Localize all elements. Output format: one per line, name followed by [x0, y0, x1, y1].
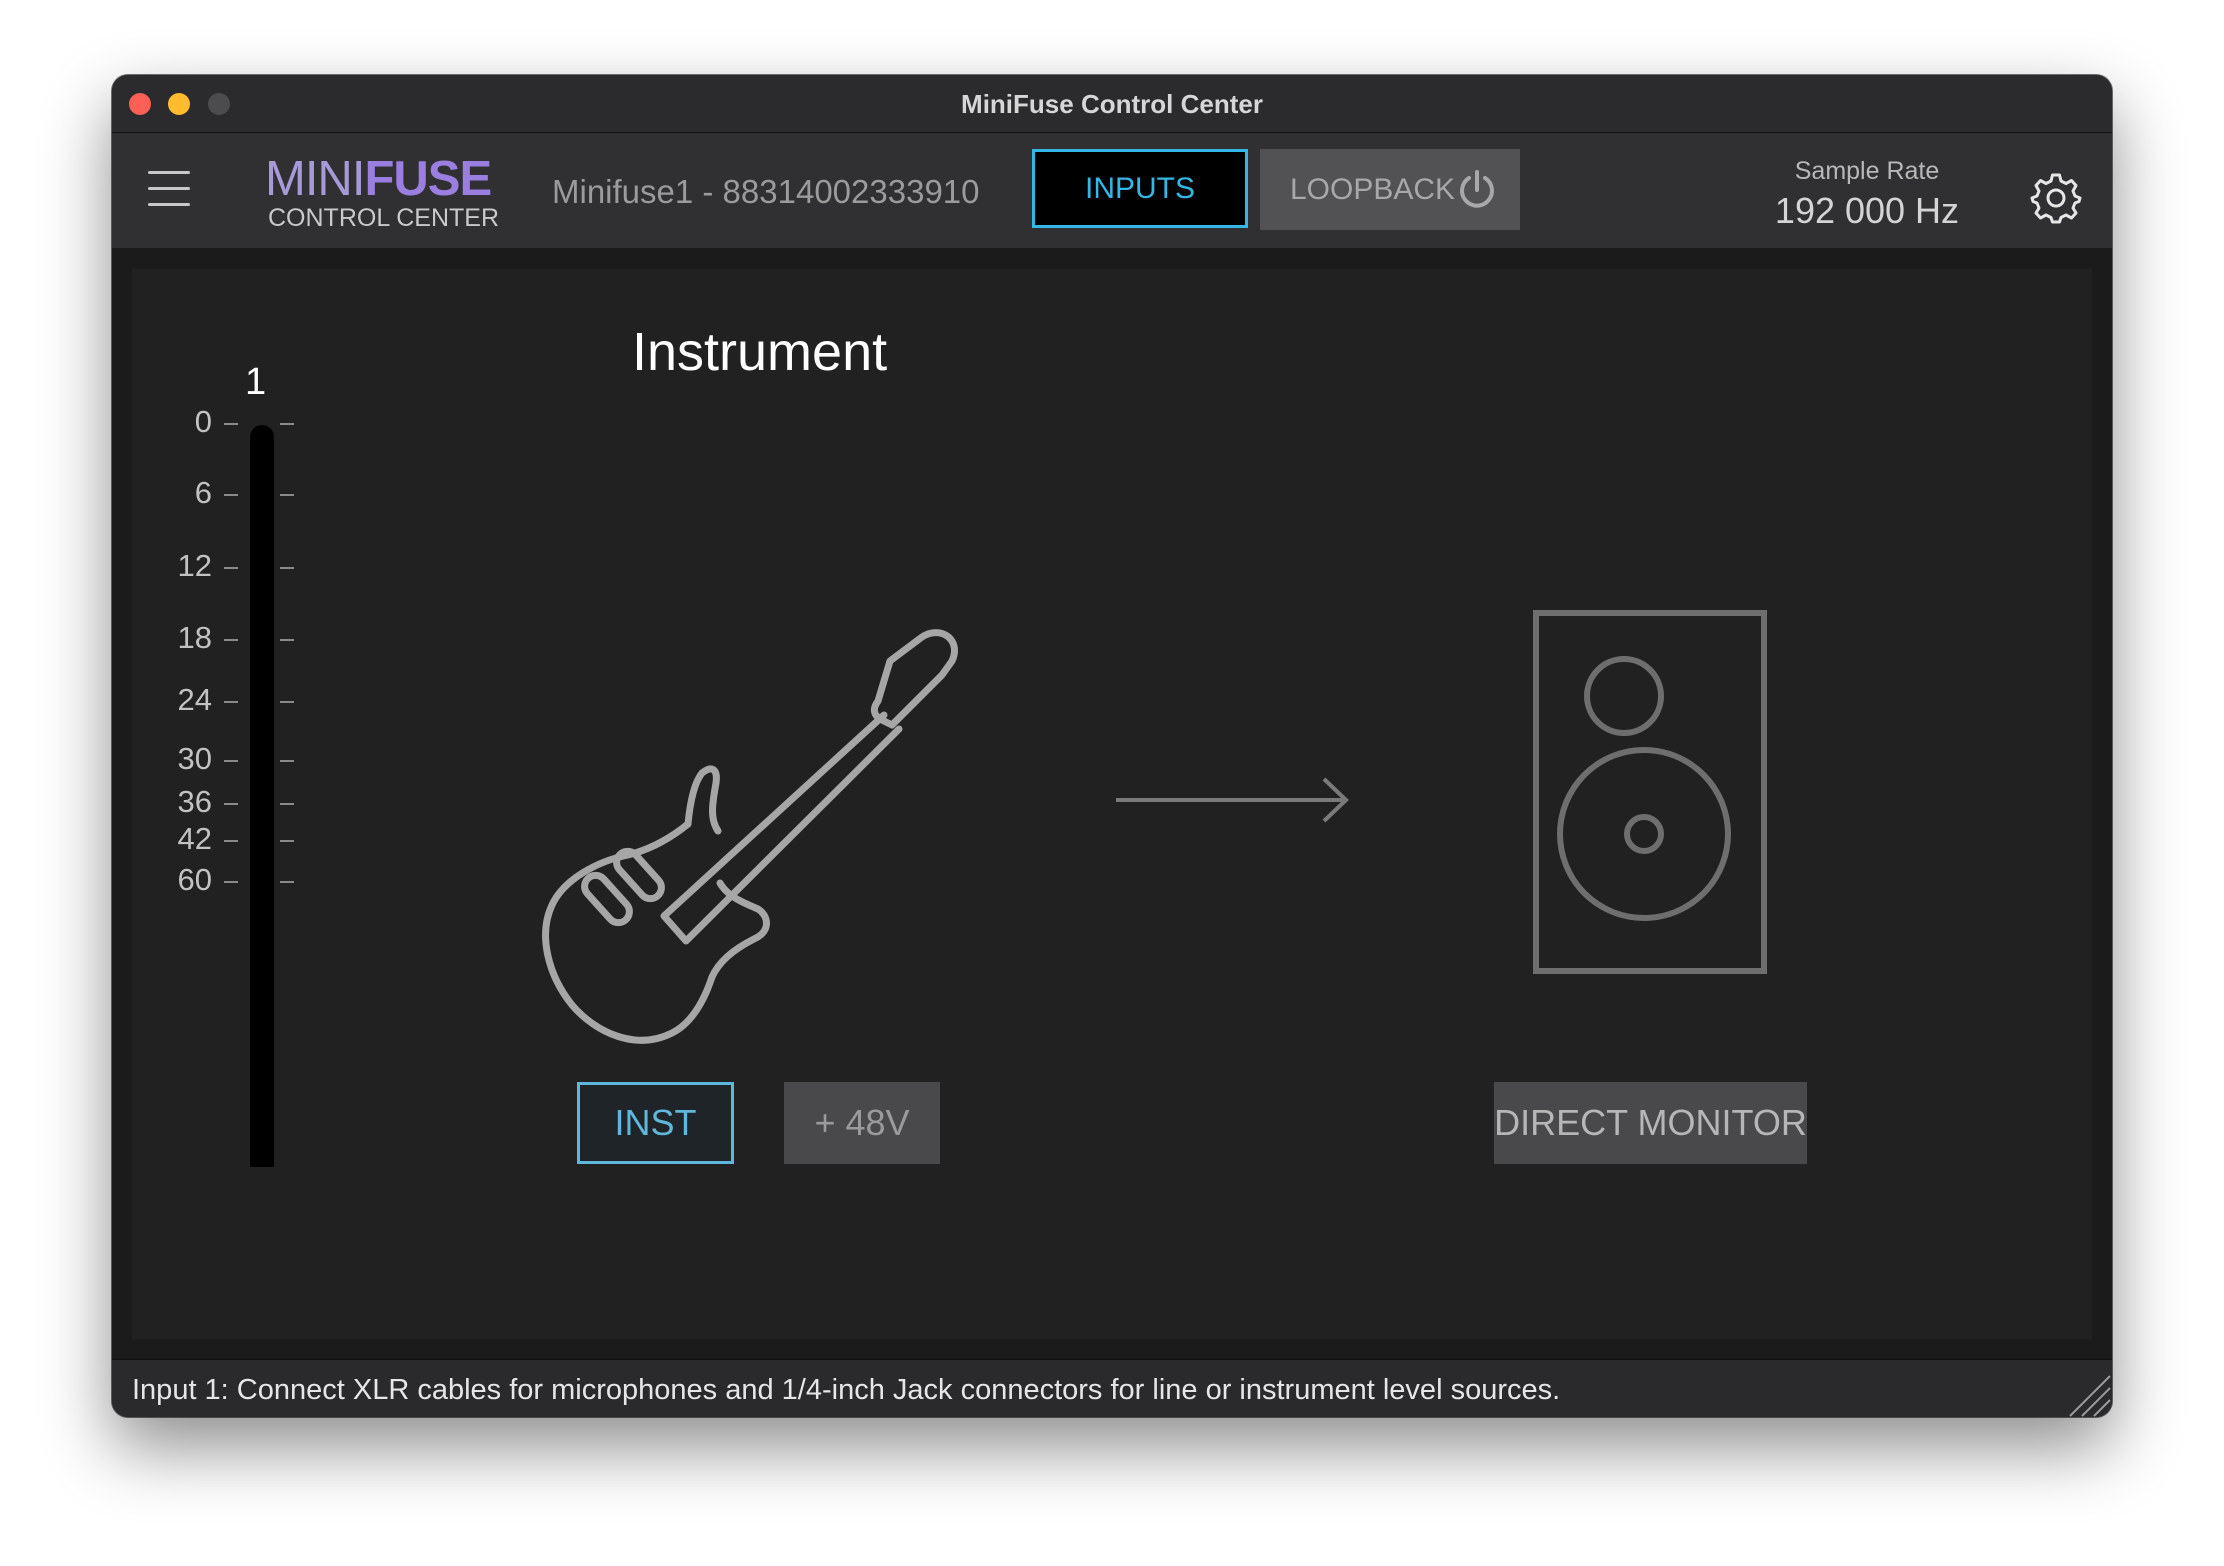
meter-scale-label: 12: [177, 548, 212, 583]
input-panel: 1 0 6 12 18 24 30 36 42 60 Instrument IN…: [132, 269, 2092, 1339]
direct-monitor-button[interactable]: DIRECT MONITOR: [1494, 1082, 1807, 1164]
meter-scale-label: 30: [177, 741, 212, 776]
meter-scale-label: 6: [194, 475, 212, 510]
logo: MINIFUSE: [265, 152, 492, 206]
meter-scale-label: 60: [177, 862, 212, 897]
meter-tick: [224, 423, 238, 425]
window-title: MiniFuse Control Center: [961, 89, 1263, 119]
app-header: MINIFUSE CONTROL CENTER Minifuse1 - 8831…: [112, 133, 2112, 248]
inst-button[interactable]: INST: [577, 1082, 734, 1164]
meter-scale-label: 42: [177, 821, 212, 856]
meter-tick: [280, 639, 294, 641]
app-window: MiniFuse Control Center MINIFUSE CONTROL…: [112, 75, 2112, 1417]
resize-grip-icon[interactable]: [2062, 1368, 2112, 1417]
guitar-icon: [542, 629, 958, 1044]
phantom-power-button[interactable]: + 48V: [784, 1082, 940, 1164]
meter-tick: [224, 760, 238, 762]
meter-channel-label: 1: [245, 361, 267, 403]
meter-tick: [224, 701, 238, 703]
meter-tick: [280, 494, 294, 496]
loopback-button[interactable]: LOOPBACK: [1260, 149, 1520, 230]
status-bar: Input 1: Connect XLR cables for micropho…: [112, 1359, 2112, 1417]
sample-rate-value: 192 000 Hz: [1774, 190, 1960, 231]
meter-tick: [224, 567, 238, 569]
status-help-text: Input 1: Connect XLR cables for micropho…: [132, 1374, 1561, 1406]
gear-icon[interactable]: [2029, 171, 2083, 225]
logo-text-fuse: FUSE: [364, 152, 492, 206]
logo-subtitle: CONTROL CENTER: [268, 204, 500, 232]
meter-scale-label: 0: [194, 404, 212, 439]
sample-rate-label: Sample Rate: [1794, 157, 1940, 185]
power-icon: [1460, 170, 1494, 208]
meter-scale-label: 36: [177, 784, 212, 819]
meter-tick: [280, 803, 294, 805]
inputs-tab-button[interactable]: INPUTS: [1032, 149, 1248, 228]
device-name: Minifuse1 - 88314002333910: [552, 173, 980, 210]
meter-tick: [280, 423, 294, 425]
input-type-title: Instrument: [632, 322, 888, 382]
arrow-right-icon: [1116, 777, 1349, 823]
level-meter-bar: [250, 425, 274, 1167]
meter-tick: [224, 881, 238, 883]
meter-tick: [280, 840, 294, 842]
meter-tick: [280, 881, 294, 883]
meter-tick: [280, 567, 294, 569]
meter-scale-label: 18: [177, 620, 212, 655]
speaker-icon: [1533, 610, 1767, 974]
meter-tick: [280, 760, 294, 762]
logo-text-mini: MINI: [265, 152, 365, 206]
title-bar: MiniFuse Control Center: [112, 75, 2112, 133]
meter-scale-label: 24: [177, 682, 212, 717]
meter-tick: [280, 701, 294, 703]
menu-icon[interactable]: [148, 171, 190, 207]
meter-tick: [224, 494, 238, 496]
meter-tick: [224, 803, 238, 805]
loopback-label: LOOPBACK: [1290, 173, 1456, 206]
meter-tick: [224, 840, 238, 842]
meter-tick: [224, 639, 238, 641]
